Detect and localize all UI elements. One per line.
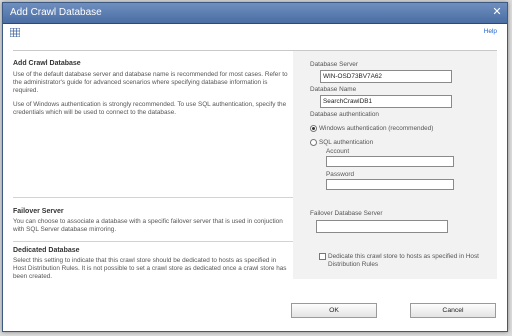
crawl-database-fields: Database Server Database Name Database a… bbox=[293, 51, 497, 197]
dedicated-fields: Dedicate this crawl store to hosts as sp… bbox=[293, 241, 497, 279]
help-link[interactable]: Help bbox=[484, 28, 497, 35]
section-title-crawl-database: Add Crawl Database bbox=[13, 60, 81, 67]
database-authentication-label: Database authentication bbox=[310, 111, 379, 118]
dedicate-checkbox[interactable] bbox=[319, 253, 326, 260]
windows-auth-radio[interactable] bbox=[310, 125, 317, 132]
close-icon[interactable]: ✕ bbox=[491, 6, 503, 18]
dedicated-description: Dedicated Database Select this setting t… bbox=[13, 241, 293, 280]
dialog-toolbar: Help bbox=[3, 23, 507, 39]
dedicated-section: Dedicated Database Select this setting t… bbox=[13, 241, 497, 280]
account-label: Account bbox=[326, 148, 350, 155]
database-server-label: Database Server bbox=[310, 61, 358, 68]
windows-auth-label: Windows authentication (recommended) bbox=[319, 125, 434, 132]
crawl-database-section: Add Crawl Database Use of the default da… bbox=[13, 51, 497, 198]
dialog-content: Add Crawl Database Use of the default da… bbox=[13, 50, 497, 280]
failover-section: Failover Server You can choose to associ… bbox=[13, 197, 497, 242]
failover-fields: Failover Database Server bbox=[293, 197, 497, 241]
database-name-input[interactable] bbox=[320, 95, 452, 108]
ok-button[interactable]: OK bbox=[291, 303, 377, 318]
sql-auth-radio[interactable] bbox=[310, 139, 317, 146]
password-input[interactable] bbox=[326, 179, 454, 190]
failover-server-input[interactable] bbox=[316, 220, 448, 233]
database-server-input[interactable] bbox=[320, 70, 452, 83]
account-input[interactable] bbox=[326, 156, 454, 167]
dialog-footer: OK Cancel bbox=[3, 291, 507, 331]
grid-icon bbox=[10, 28, 20, 37]
failover-server-label: Failover Database Server bbox=[310, 210, 383, 217]
failover-desc: You can choose to associate a database w… bbox=[13, 218, 283, 233]
crawl-database-desc-2: Use of Windows authentication is strongl… bbox=[13, 101, 287, 116]
dedicated-desc: Select this setting to indicate that thi… bbox=[13, 257, 287, 280]
password-label: Password bbox=[326, 171, 355, 178]
sql-auth-label: SQL authentication bbox=[319, 139, 374, 146]
cancel-button[interactable]: Cancel bbox=[410, 303, 496, 318]
dedicate-checkbox-label: Dedicate this crawl store to hosts as sp… bbox=[328, 253, 479, 268]
section-title-dedicated: Dedicated Database bbox=[13, 247, 80, 254]
crawl-database-description: Add Crawl Database Use of the default da… bbox=[13, 51, 293, 197]
dialog-titlebar: Add Crawl Database ✕ bbox=[3, 3, 507, 24]
dialog-title: Add Crawl Database bbox=[10, 7, 102, 18]
section-title-failover: Failover Server bbox=[13, 208, 64, 215]
database-name-label: Database Name bbox=[310, 86, 357, 93]
crawl-database-desc-1: Use of the default database server and d… bbox=[13, 71, 288, 94]
add-crawl-database-dialog: Add Crawl Database ✕ Help Add Crawl Data… bbox=[2, 2, 508, 332]
failover-description: Failover Server You can choose to associ… bbox=[13, 197, 293, 241]
